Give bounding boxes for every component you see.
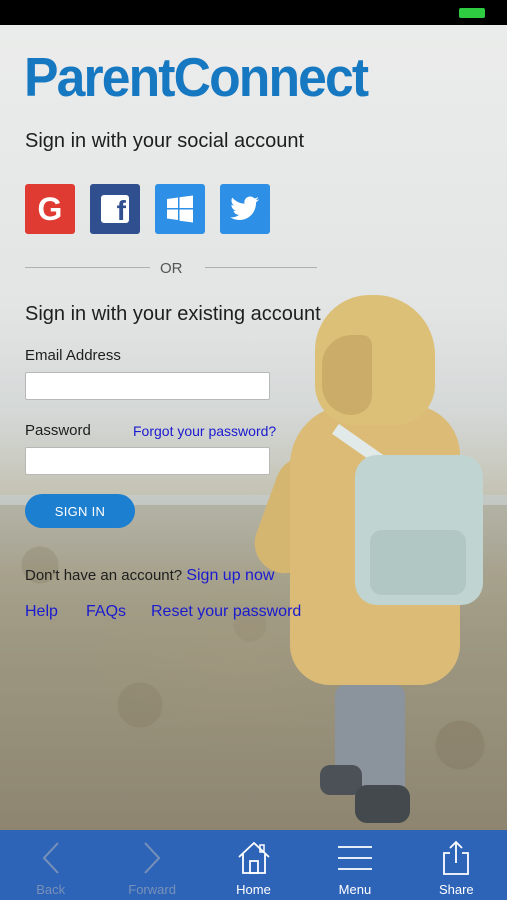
home-icon: [237, 841, 270, 874]
status-bar: [0, 0, 507, 25]
tab-home-label: Home: [236, 882, 271, 897]
chevron-left-icon: [42, 842, 59, 874]
tab-share[interactable]: Share: [406, 830, 507, 900]
tab-forward[interactable]: Forward: [101, 830, 202, 900]
password-field[interactable]: [25, 447, 270, 475]
windows-signin-button[interactable]: [155, 184, 205, 234]
tab-home[interactable]: Home: [203, 830, 304, 900]
reset-password-link[interactable]: Reset your password: [151, 603, 301, 621]
forgot-password-link[interactable]: Forgot your password?: [133, 423, 276, 439]
tab-forward-label: Forward: [128, 882, 176, 897]
no-account-text: Don't have an account?: [25, 567, 183, 584]
chevron-right-icon: [144, 842, 161, 874]
tab-back-label: Back: [36, 882, 66, 897]
social-signin-title: Sign in with your social account: [25, 130, 305, 152]
hamburger-menu-icon: [337, 846, 372, 870]
facebook-signin-button[interactable]: f: [90, 184, 140, 234]
app-logo: ParentConnect: [24, 46, 369, 108]
google-signin-button[interactable]: G: [25, 184, 75, 234]
twitter-signin-button[interactable]: [220, 184, 270, 234]
or-separator: OR: [160, 260, 183, 277]
windows-icon: [167, 195, 193, 223]
help-link[interactable]: Help: [25, 603, 58, 621]
email-field[interactable]: [25, 372, 270, 400]
google-icon: G: [37, 190, 63, 227]
password-label: Password: [25, 422, 91, 439]
tab-share-label: Share: [438, 882, 474, 897]
tab-menu-label: Menu: [338, 882, 372, 897]
share-icon: [443, 840, 470, 875]
sign-in-button[interactable]: SIGN IN: [25, 494, 135, 528]
existing-signin-title: Sign in with your existing account: [25, 303, 321, 325]
tab-back[interactable]: Back: [0, 830, 101, 900]
faqs-link[interactable]: FAQs: [86, 603, 126, 621]
tab-menu[interactable]: Menu: [304, 830, 405, 900]
login-screen: ParentConnect Sign in with your social a…: [0, 25, 507, 830]
sign-up-link[interactable]: Sign up now: [186, 567, 274, 584]
divider-left: [25, 267, 150, 268]
signup-prompt: Don't have an account? Sign up now: [25, 567, 274, 585]
bottom-tab-bar: Back Forward Home Menu Share: [0, 830, 507, 900]
facebook-icon: f: [101, 195, 129, 225]
battery-icon: [459, 8, 485, 18]
twitter-icon: [230, 196, 259, 220]
email-label: Email Address: [25, 347, 121, 364]
divider-right: [205, 267, 317, 268]
